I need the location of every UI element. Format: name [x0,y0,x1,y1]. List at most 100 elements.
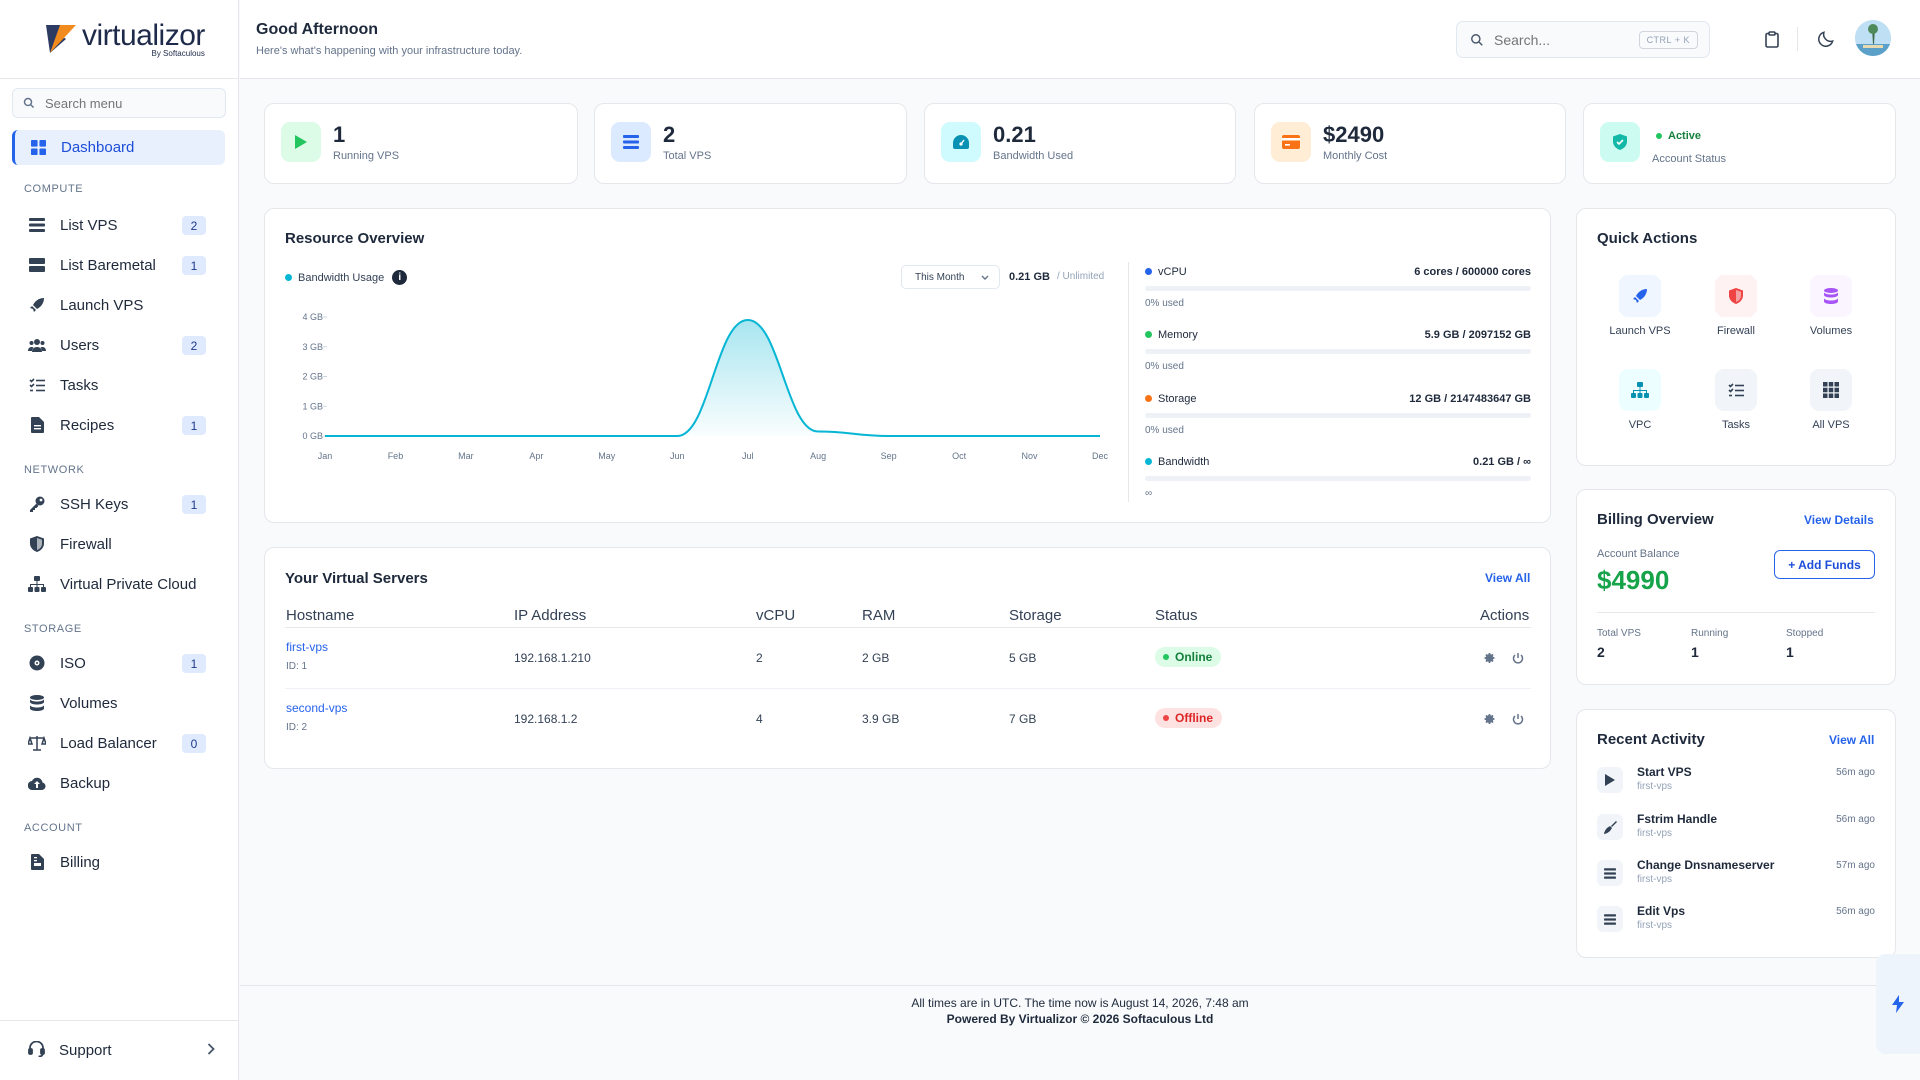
theme-toggle-button[interactable] [1813,26,1839,52]
activity-name: Start VPS [1637,765,1692,779]
shortcut-hint: CTRL + K [1638,31,1698,49]
sidebar-item-load-balancer[interactable]: Load Balancer 0 [0,723,238,763]
activity-sub: first-vps [1637,828,1672,839]
billing-stat-value: 1 [1786,644,1794,660]
stat-monthly-cost: $2490 Monthly Cost [1254,103,1566,184]
server-icon [611,122,651,162]
sidebar-item-list-baremetal[interactable]: List Baremetal 1 [0,245,238,285]
server-icon [1597,860,1623,886]
quick-action-volumes[interactable]: Volumes [1791,275,1871,337]
clipboard-button[interactable] [1759,26,1785,52]
quick-action-tasks[interactable]: Tasks [1696,369,1776,431]
resource-label: vCPU [1158,266,1187,278]
legend-dot [285,274,292,281]
x-tick-label: Dec [1092,451,1109,461]
server-ip: 192.168.1.2 [514,712,578,726]
hostname-link[interactable]: second-vps [286,701,347,715]
activity-time: 56m ago [1836,767,1875,778]
balance-label: Account Balance [1597,548,1680,560]
sidebar-search-input[interactable] [45,95,205,111]
global-search[interactable]: CTRL + K [1456,21,1710,58]
settings-gear-icon[interactable] [1484,713,1496,725]
user-avatar[interactable] [1855,20,1891,56]
sidebar-item-ssh-keys[interactable]: SSH Keys 1 [0,484,238,524]
hostname-link[interactable]: first-vps [286,640,328,654]
activity-name: Fstrim Handle [1637,812,1718,826]
section-network: NETWORK [24,464,85,476]
server-ram: 3.9 GB [862,712,900,726]
sidebar-item-billing[interactable]: Billing [0,842,238,882]
recipe-icon [28,416,46,434]
page-footer: All times are in UTC. The time now is Au… [240,985,1920,1080]
activity-sub: first-vps [1637,874,1672,885]
sidebar-search[interactable] [12,88,226,118]
quick-action-firewall[interactable]: Firewall [1696,275,1776,337]
footer-time: All times are in UTC. The time now is Au… [911,996,1249,1010]
info-icon[interactable]: i [392,270,408,285]
chart-legend: Bandwidth Usage i [285,270,408,285]
count-badge: 2 [182,336,206,355]
sidebar-item-firewall[interactable]: Firewall [0,524,238,564]
power-icon[interactable] [1512,713,1524,725]
add-funds-button[interactable]: + Add Funds [1774,550,1875,579]
greeting-title: Good Afternoon [256,21,379,38]
server-vcpu: 4 [756,712,763,726]
sidebar-item-vpc[interactable]: Virtual Private Cloud [0,564,238,604]
quick-action-all-vps[interactable]: All VPS [1791,369,1871,431]
activity-time: 56m ago [1836,814,1875,825]
sidebar-item-backup[interactable]: Backup [0,763,238,803]
section-compute: COMPUTE [24,183,84,195]
network-icon [1619,369,1661,411]
sidebar-item-users[interactable]: Users 2 [0,325,238,365]
section-account: ACCOUNT [24,822,83,834]
billing-title: Billing Overview [1597,511,1714,528]
y-tick-label: 2 GB [302,372,323,382]
col-storage: Storage [1009,607,1062,624]
period-select[interactable]: This Month [901,265,1000,289]
global-search-input[interactable] [1494,31,1644,48]
col-vcpu: vCPU [756,607,796,624]
brand-logo[interactable]: virtualizor By Softaculous [0,0,238,79]
rocket-icon [28,296,46,314]
sidebar-item-label: Users [60,336,100,354]
x-tick-label: Nov [1022,451,1039,461]
support-menu[interactable]: Support [0,1020,239,1080]
settings-gear-icon[interactable] [1484,652,1496,664]
sidebar-item-label: Firewall [60,535,112,553]
power-icon[interactable] [1512,652,1524,664]
tasks-icon [28,376,46,394]
y-tick-label: 3 GB [302,342,323,352]
sidebar-item-label: ISO [60,654,86,672]
server-ip: 192.168.1.210 [514,651,591,665]
quick-launch-button[interactable] [1876,954,1920,1054]
x-tick-label: Mar [458,451,474,461]
clipboard-icon [1765,30,1779,48]
resource-pct: 0% used [1145,425,1184,436]
network-icon [28,575,46,593]
stat-value: 2 [663,122,676,147]
search-icon [23,97,35,109]
balance-value: $4990 [1597,565,1670,595]
sidebar-item-label: Volumes [60,694,118,712]
sidebar-item-launch-vps[interactable]: Launch VPS [0,285,238,325]
quick-action-vpc[interactable]: VPC [1600,369,1680,431]
sidebar-item-dashboard[interactable]: Dashboard [12,130,225,165]
shield-icon [1715,275,1757,317]
resource-bar [1145,349,1531,354]
shield-icon [28,535,46,553]
servers-view-all-link[interactable]: View All [1485,571,1530,585]
quick-action-launch-vps[interactable]: Launch VPS [1600,275,1680,337]
sidebar-item-list-vps[interactable]: List VPS 2 [0,205,238,245]
sidebar-item-label: Dashboard [61,139,135,156]
activity-sub: first-vps [1637,781,1672,792]
stat-label: Running VPS [333,150,400,162]
billing-view-details-link[interactable]: View Details [1804,513,1874,527]
sidebar-item-tasks[interactable]: Tasks [0,365,238,405]
resource-value: 5.9 GB / 2097152 GB [1424,329,1531,341]
sidebar-item-volumes[interactable]: Volumes [0,683,238,723]
stat-running-vps: 1 Running VPS [264,103,578,184]
activity-view-all-link[interactable]: View All [1829,733,1874,747]
sidebar-item-iso[interactable]: ISO 1 [0,643,238,683]
quick-actions-title: Quick Actions [1597,230,1698,247]
sidebar-item-recipes[interactable]: Recipes 1 [0,405,238,445]
